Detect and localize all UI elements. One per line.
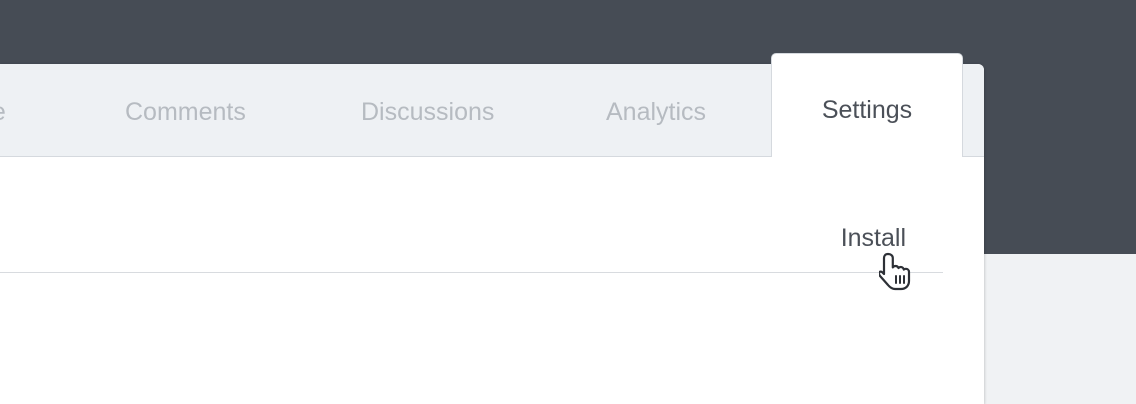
tab-partial[interactable]: ne	[0, 64, 6, 156]
settings-row: Install	[0, 220, 943, 273]
content-panel: ne Comments Discussions Analytics Settin…	[0, 53, 984, 404]
tab-settings[interactable]: Settings	[771, 53, 963, 157]
tab-comments[interactable]: Comments	[125, 64, 246, 156]
install-button[interactable]: Install	[841, 224, 906, 253]
hand-pointer-icon	[879, 252, 911, 291]
tab-analytics[interactable]: Analytics	[606, 64, 706, 156]
tab-discussions[interactable]: Discussions	[361, 64, 494, 156]
